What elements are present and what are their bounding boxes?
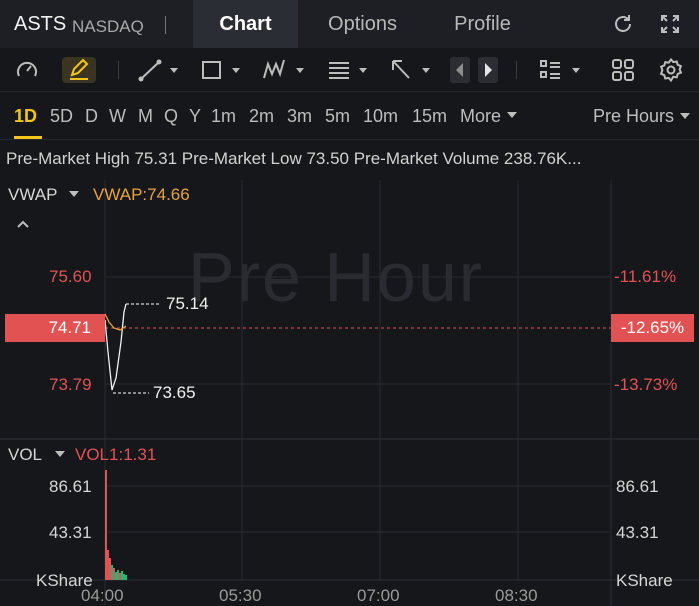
period-q[interactable]: Q	[164, 106, 178, 127]
period-5m[interactable]: 5m	[325, 106, 350, 127]
period-y[interactable]: Y	[189, 106, 201, 127]
divider	[516, 61, 517, 79]
chevron-down-icon	[68, 191, 79, 197]
time-label: 04:00	[81, 586, 124, 605]
refresh-icon[interactable]	[611, 12, 635, 36]
vol-value: VOL1:1.31	[75, 445, 157, 464]
prev-icon[interactable]	[450, 57, 470, 83]
period-bar: 1D 5D D W M Q Y 1m 2m 3m 5m 10m 15m More…	[0, 92, 699, 140]
period-2m[interactable]: 2m	[249, 106, 274, 127]
pct-level-low: -13.73%	[614, 375, 678, 394]
period-d[interactable]: D	[85, 106, 98, 127]
draw-pen-icon[interactable]	[62, 57, 96, 83]
price-line	[104, 303, 127, 391]
arrow-icon[interactable]	[389, 57, 435, 83]
period-1m[interactable]: 1m	[211, 106, 236, 127]
symbol: ASTS	[14, 13, 67, 35]
vol-level-high-left: 86.61	[49, 477, 92, 496]
period-3m[interactable]: 3m	[287, 106, 312, 127]
fib-icon[interactable]	[326, 57, 372, 83]
session-select[interactable]: Pre Hours	[593, 106, 691, 127]
vwap-indicator-select[interactable]: VWAP	[8, 185, 80, 205]
period-more[interactable]: More	[460, 106, 518, 127]
vol-level-mid-right: 43.31	[616, 523, 659, 542]
active-period-indicator	[14, 136, 42, 139]
divider	[118, 61, 119, 79]
period-more-label: More	[460, 106, 502, 126]
period-10m[interactable]: 10m	[363, 106, 398, 127]
vol-level-high-right: 86.61	[616, 477, 659, 496]
pattern-icon[interactable]	[262, 57, 308, 83]
period-w[interactable]: W	[109, 106, 126, 127]
period-m[interactable]: M	[138, 106, 153, 127]
time-label: 07:00	[357, 586, 400, 605]
current-pct-badge: -12.65%	[611, 314, 694, 342]
vol-indicator-label: VOL	[8, 445, 42, 464]
vol-unit-right: KShare	[616, 571, 673, 590]
current-price-badge: 74.71	[5, 314, 105, 342]
collapse-icon[interactable]	[16, 216, 30, 234]
price-level-low: 73.79	[49, 375, 92, 394]
chevron-down-icon	[680, 113, 690, 119]
vwap-value: VWAP:74.66	[93, 185, 190, 204]
trendline-icon[interactable]	[138, 57, 182, 83]
period-5d[interactable]: 5D	[50, 106, 73, 127]
grid-icon[interactable]	[610, 57, 636, 83]
time-label: 08:30	[495, 586, 538, 605]
high-marker-label: 75.14	[166, 294, 209, 313]
drawing-toolbar	[0, 48, 699, 92]
next-icon[interactable]	[478, 57, 498, 83]
chevron-down-icon	[55, 451, 66, 457]
session-label: Pre Hours	[592, 106, 674, 126]
pre-market-info: Pre-Market High 75.31 Pre-Market Low 73.…	[6, 149, 582, 168]
chevron-down-icon	[507, 112, 518, 118]
layout-list-icon[interactable]	[538, 57, 584, 83]
tab-options[interactable]: Options	[305, 0, 420, 48]
pct-level-high: -11.61%	[614, 267, 677, 286]
fullscreen-icon[interactable]	[658, 12, 682, 36]
pre-hour-watermark: Pre Hour	[188, 238, 485, 316]
settings-icon[interactable]	[658, 57, 684, 83]
top-bar: ASTS NASDAQ Chart Options Profile	[0, 0, 699, 48]
tab-chart[interactable]: Chart	[193, 0, 298, 48]
divider	[165, 16, 166, 34]
gauge-icon[interactable]	[14, 57, 40, 83]
current-price: 74.71	[48, 318, 91, 337]
tab-profile[interactable]: Profile	[430, 0, 535, 48]
exchange: NASDAQ	[72, 17, 144, 36]
period-1d[interactable]: 1D	[14, 106, 37, 127]
vol-level-mid-left: 43.31	[49, 523, 92, 542]
time-label: 05:30	[219, 586, 262, 605]
vol-indicator-select[interactable]: VOL	[8, 445, 66, 465]
rectangle-icon[interactable]	[200, 57, 246, 83]
low-marker-label: 73.65	[153, 383, 196, 402]
vwap-indicator-label: VWAP	[8, 185, 58, 204]
price-level-high: 75.60	[49, 267, 92, 286]
period-15m[interactable]: 15m	[412, 106, 447, 127]
